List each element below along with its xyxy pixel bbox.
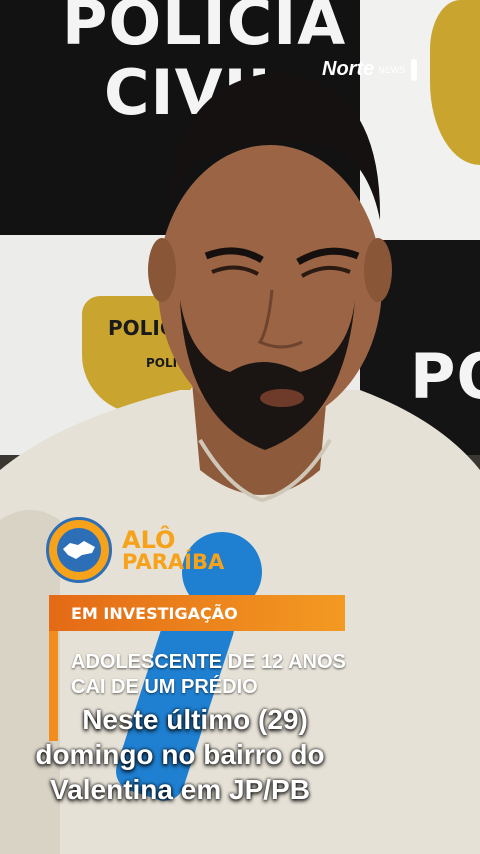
news-category-tag: EM INVESTIGAÇÃO — [49, 595, 345, 631]
logo-text-paraiba: PARAÍBA — [122, 549, 225, 574]
caption-line-3: Valentina em JP/PB — [50, 774, 310, 805]
logo-text-alo: ALÔ — [122, 525, 176, 554]
caption-line-1: Neste último (29) — [82, 704, 308, 735]
video-frame[interactable]: POLICIA CIVIL PO POLICIA POLICIA — [0, 0, 480, 854]
video-caption: Neste último (29) domingo no bairro do V… — [0, 702, 360, 807]
caption-line-2: domingo no bairro do — [35, 739, 325, 770]
news-headline: ADOLESCENTE DE 12 ANOS CAI DE UM PRÉDIO — [71, 650, 371, 700]
watermark-sub: NEWS — [378, 64, 406, 75]
logo-emblem — [46, 517, 112, 583]
watermark-brand: Norte — [322, 58, 375, 80]
news-category-label: EM INVESTIGAÇÃO — [71, 603, 238, 623]
headline-line-1: ADOLESCENTE DE 12 ANOS — [71, 651, 346, 673]
exclamation-icon — [411, 58, 418, 81]
headline-line-2: CAI DE UM PRÉDIO — [71, 676, 258, 698]
channel-watermark: Norte NEWS — [322, 58, 418, 81]
program-logo: ALÔ PARAÍBA — [46, 517, 224, 583]
map-icon — [57, 528, 101, 572]
